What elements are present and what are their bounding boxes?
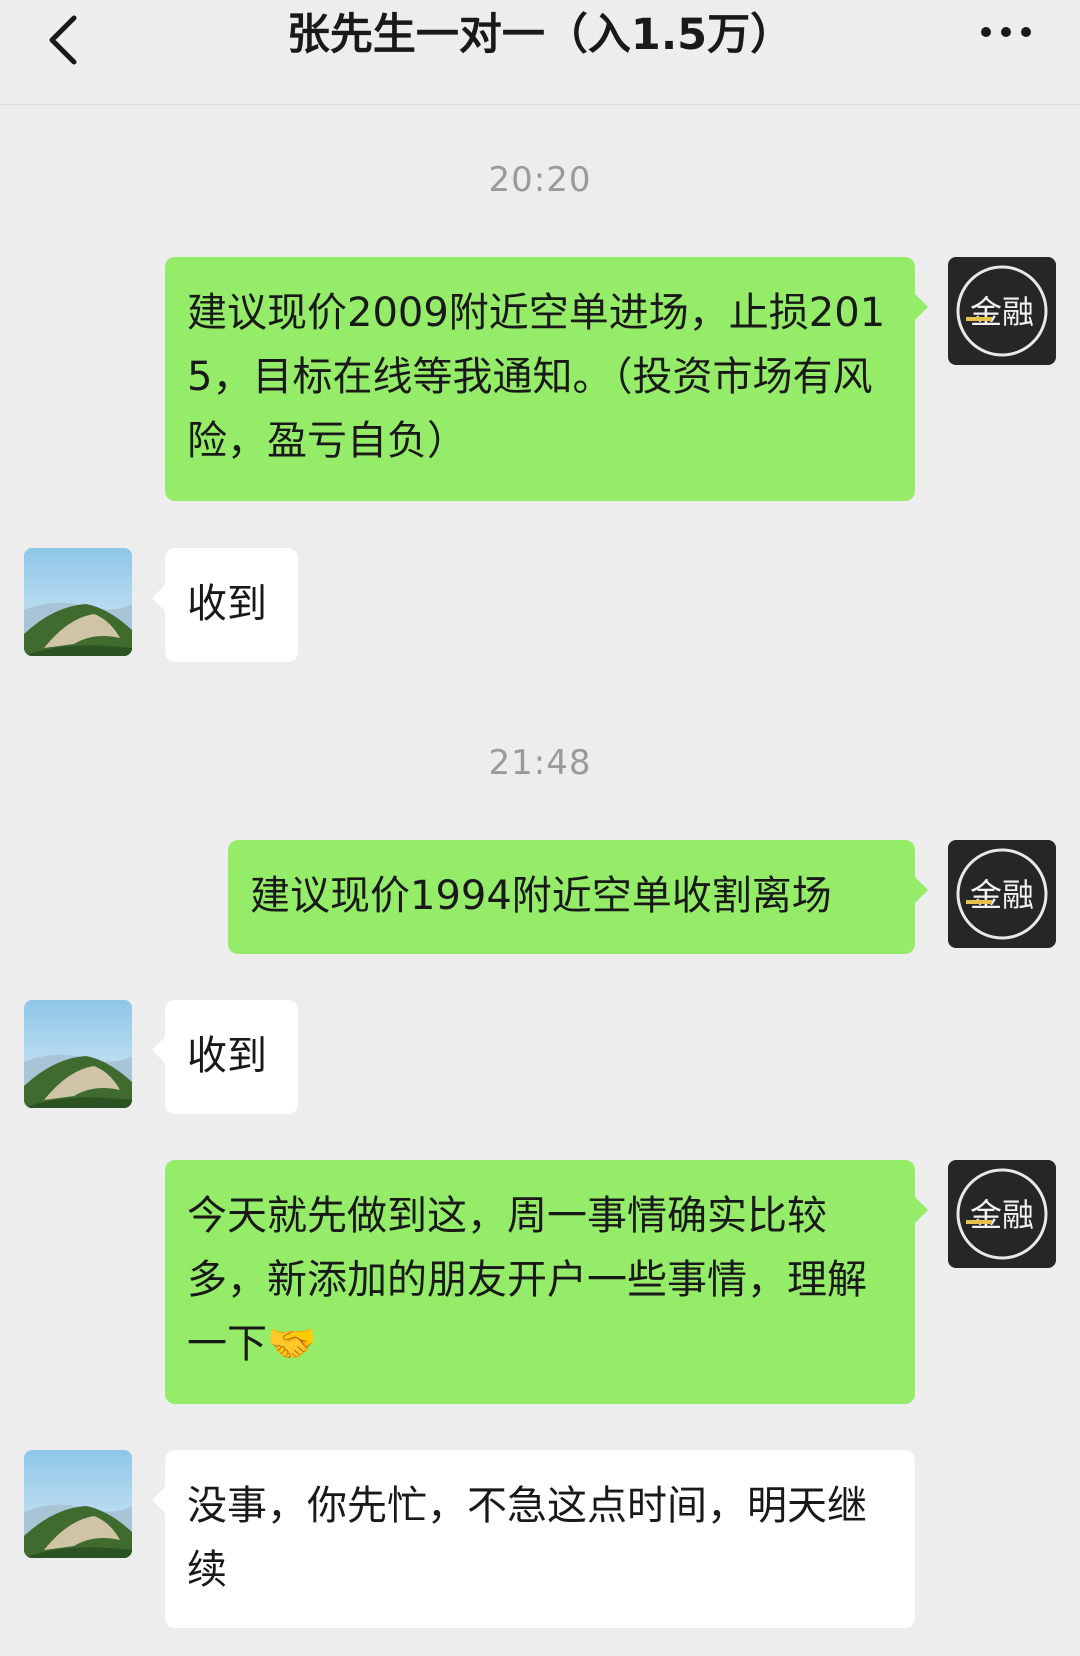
handshake-emoji: 🤝 (267, 1321, 317, 1367)
chevron-left-icon[interactable] (44, 10, 84, 70)
message-bubble-outgoing[interactable]: 建议现价2009附近空单进场，止损2015，目标在线等我通知。（投资市场有风险，… (165, 257, 928, 501)
message-bubble-outgoing[interactable]: 建议现价1994附近空单收割离场 (228, 840, 928, 954)
contact-avatar[interactable] (24, 1000, 132, 1108)
self-avatar[interactable]: 金融 (948, 840, 1056, 948)
timestamp: 21:48 (488, 743, 592, 783)
message-bubble-incoming[interactable]: 没事，你先忙，不急这点时间，明天继续 (152, 1450, 915, 1628)
chat-title: 张先生一对一（入1.5万） (286, 10, 794, 60)
message-bubble-outgoing[interactable]: 今天就先做到这，周一事情确实比较多，新添加的朋友开户一些事情，理解一下🤝 (165, 1160, 928, 1404)
message-bubble-incoming[interactable]: 收到 (152, 1000, 298, 1114)
contact-avatar[interactable] (24, 1450, 132, 1558)
chat-header: 张先生一对一（入1.5万） (0, 0, 1080, 105)
contact-avatar[interactable] (24, 548, 132, 656)
self-avatar[interactable]: 金融 (948, 257, 1056, 365)
message-bubble-incoming[interactable]: 收到 (152, 548, 298, 662)
svg-text:金融: 金融 (970, 1196, 1034, 1234)
svg-text:金融: 金融 (970, 293, 1034, 331)
svg-text:金融: 金融 (970, 876, 1034, 914)
timestamp: 20:20 (488, 160, 592, 200)
self-avatar[interactable]: 金融 (948, 1160, 1056, 1268)
more-dots-icon[interactable] (976, 10, 1036, 60)
